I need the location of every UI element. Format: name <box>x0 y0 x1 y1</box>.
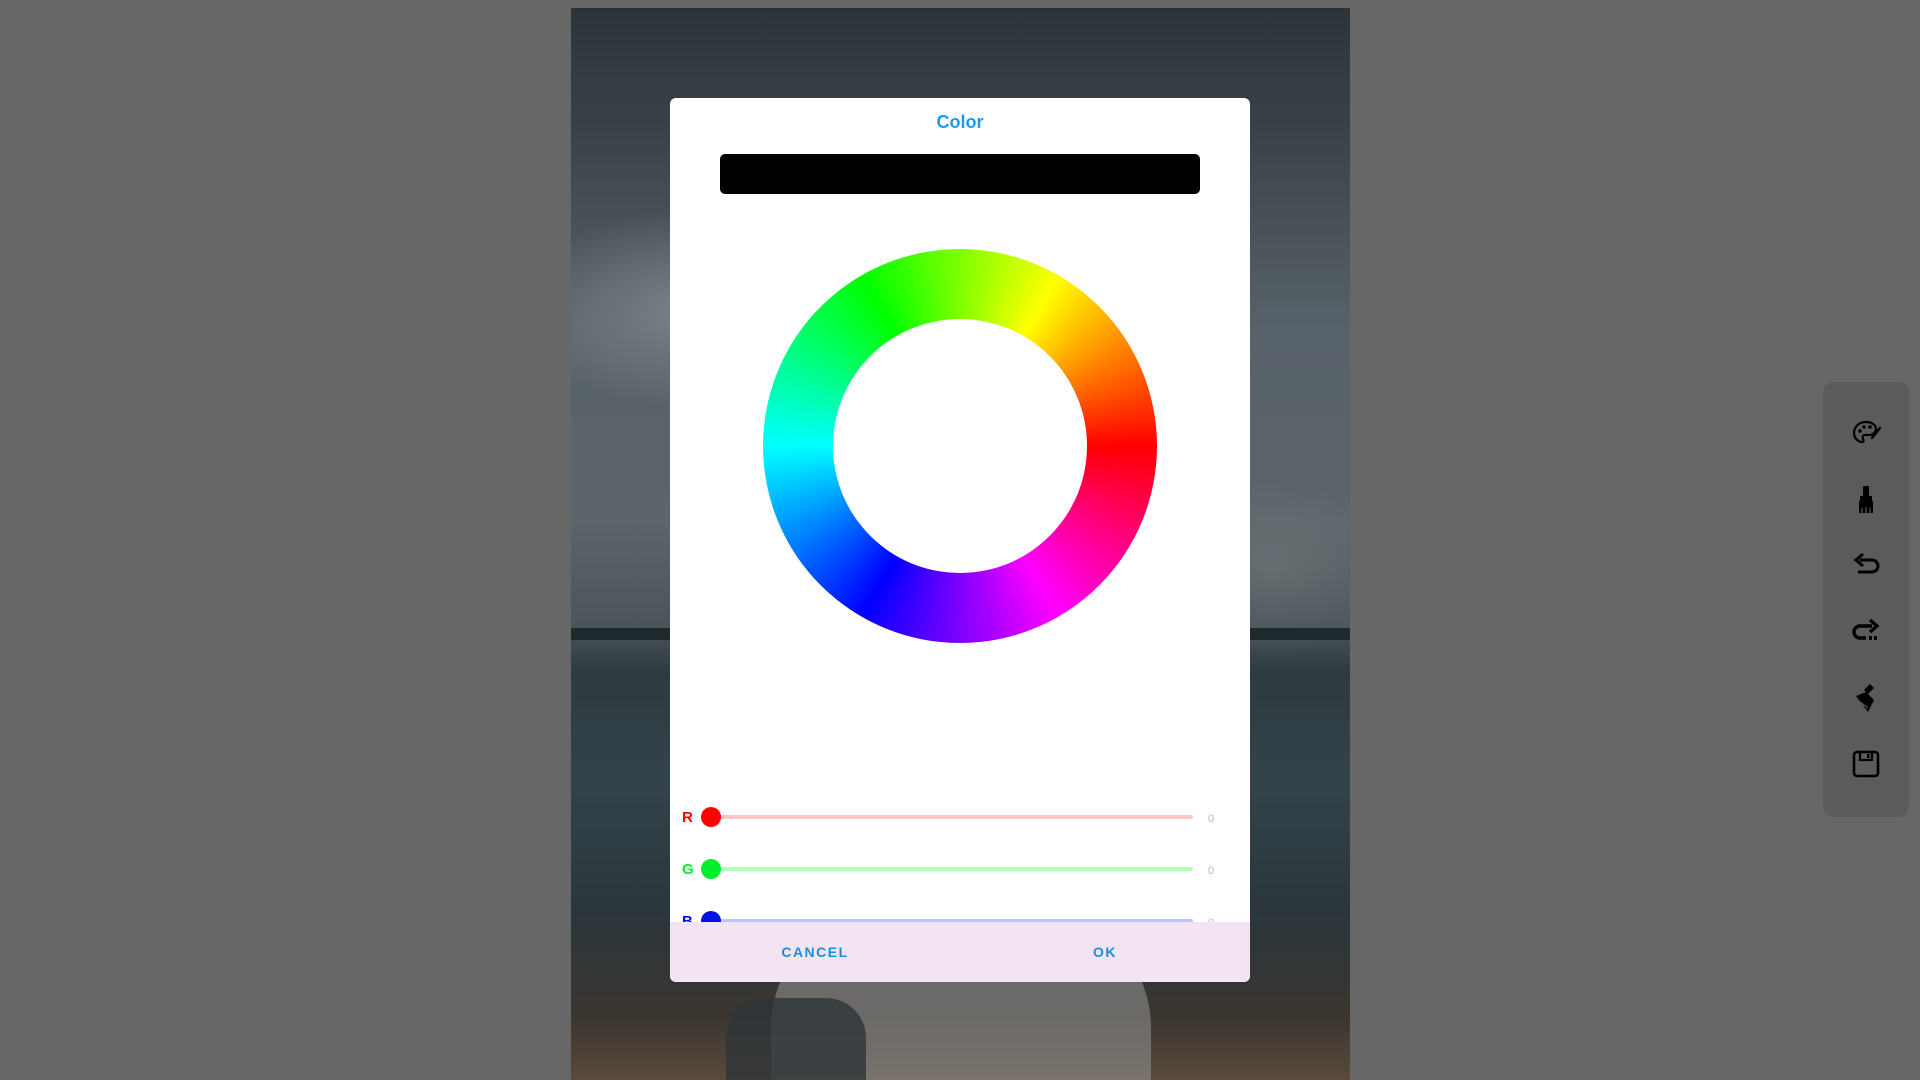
red-slider-label: R <box>682 809 693 826</box>
save-button[interactable] <box>1844 742 1888 786</box>
save-icon <box>1852 750 1880 778</box>
dialog-actions: CANCEL OK <box>670 922 1250 982</box>
undo-icon <box>1853 552 1880 574</box>
color-picker-dialog: Color R 0 G 0 B 0 A 255 <box>670 98 1250 982</box>
green-slider-track[interactable] <box>711 867 1193 871</box>
clear-button[interactable] <box>1844 676 1888 720</box>
redo-button[interactable] <box>1844 610 1888 654</box>
green-slider-label: G <box>682 861 694 878</box>
red-slider-thumb[interactable] <box>701 807 721 827</box>
red-slider-value: 0 <box>1208 813 1215 825</box>
cancel-button[interactable]: CANCEL <box>670 922 960 982</box>
palette-button[interactable] <box>1844 412 1888 456</box>
green-slider-row: G 0 <box>670 854 1250 884</box>
clear-broom-icon <box>1856 684 1874 712</box>
green-slider-value: 0 <box>1208 865 1215 877</box>
brush-icon <box>1859 486 1873 513</box>
hue-color-wheel[interactable] <box>763 249 1157 643</box>
color-wheel-center <box>833 319 1087 573</box>
drawing-toolbar <box>1823 382 1909 817</box>
drawing-screen: Color R 0 G 0 B 0 A 255 <box>0 0 1920 1080</box>
color-preview-swatch <box>720 154 1200 194</box>
green-slider-thumb[interactable] <box>701 859 721 879</box>
undo-button[interactable] <box>1844 544 1888 588</box>
redo-icon <box>1852 618 1880 640</box>
brush-button[interactable] <box>1844 478 1888 522</box>
palette-icon <box>1852 420 1882 444</box>
person-arm <box>726 998 866 1080</box>
red-slider-row: R 0 <box>670 802 1250 832</box>
ok-button[interactable]: OK <box>960 922 1250 982</box>
dialog-title: Color <box>936 112 984 132</box>
red-slider-track[interactable] <box>711 815 1193 819</box>
